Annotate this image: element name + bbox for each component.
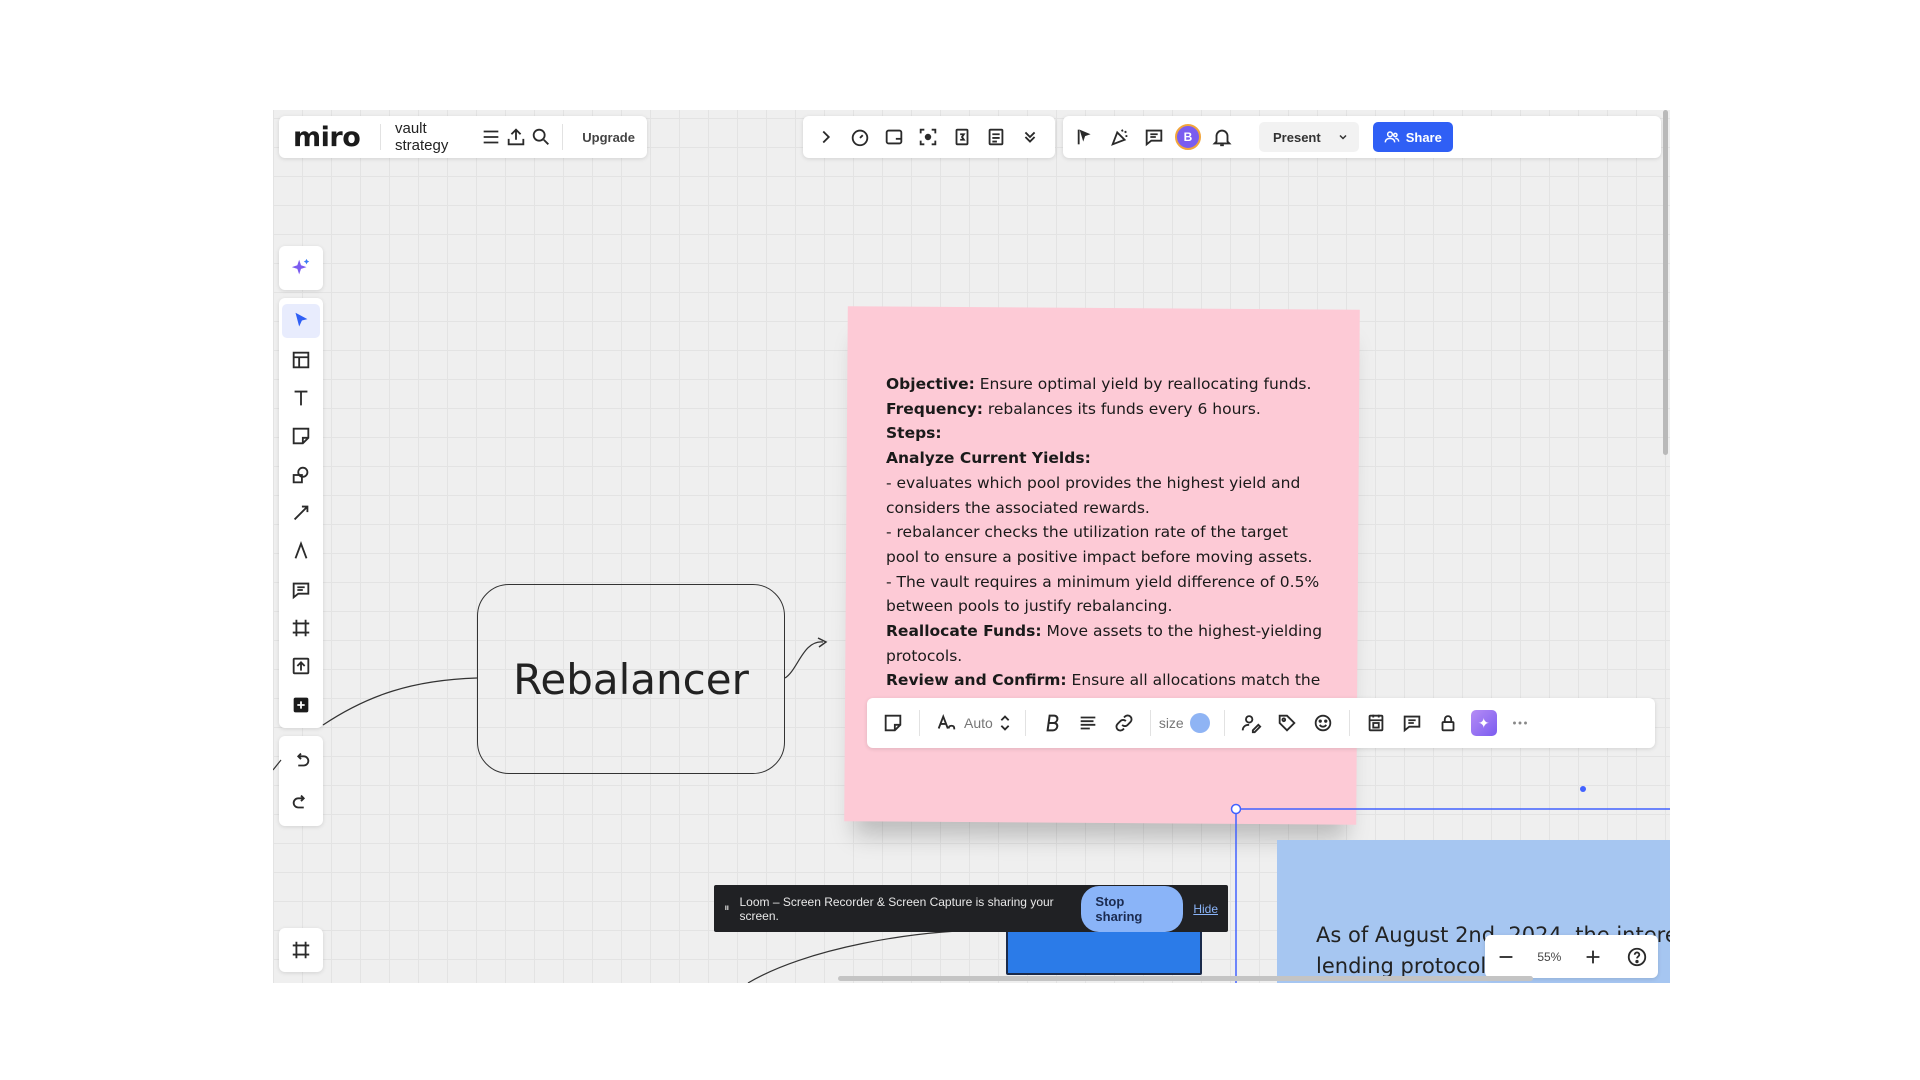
sticky-context-toolbar: Auto size ✦ <box>867 698 1655 748</box>
divider <box>1024 710 1026 736</box>
upload-icon[interactable] <box>282 649 320 683</box>
miro-logo[interactable]: miro <box>279 122 372 153</box>
note-line: - rebalancer checks the utilization rate… <box>886 523 1313 566</box>
redo-icon[interactable] <box>282 783 320 821</box>
divider <box>1149 710 1151 736</box>
emoji-icon[interactable] <box>1305 706 1341 740</box>
bell-icon[interactable] <box>1205 120 1239 154</box>
celebrate-icon[interactable] <box>1103 120 1137 154</box>
zoom-level[interactable]: 55% <box>1537 950 1561 964</box>
text-tool-icon[interactable] <box>282 381 320 415</box>
font-icon[interactable] <box>928 706 964 740</box>
link-icon[interactable] <box>1106 706 1142 740</box>
divider <box>561 124 563 150</box>
chevron-double-down-icon[interactable] <box>1013 120 1047 154</box>
timer-icon[interactable] <box>843 120 877 154</box>
frame-icon[interactable] <box>282 611 320 645</box>
comments-icon[interactable] <box>1137 120 1171 154</box>
note-line: Review and Confirm: Ensure all allocatio… <box>886 671 1321 690</box>
creation-toolbar <box>279 298 323 728</box>
connector-line-icon[interactable] <box>282 496 320 530</box>
note-line: Reallocate Funds: Move assets to the hig… <box>886 622 1323 665</box>
users-icon <box>1384 131 1400 143</box>
collaboration-tools-panel <box>803 116 1055 158</box>
divider <box>919 710 920 736</box>
font-size-stepper-icon[interactable] <box>993 706 1017 740</box>
font-size-value[interactable]: Auto <box>964 715 993 731</box>
divider <box>380 124 381 150</box>
sparkle-ai-icon[interactable] <box>282 249 320 287</box>
color-picker[interactable] <box>1189 713 1210 733</box>
stop-sharing-button[interactable]: Stop sharing <box>1081 885 1184 932</box>
frames-icon[interactable] <box>284 933 318 967</box>
sticky-note-type-icon[interactable] <box>875 706 911 740</box>
zoom-panel: 55% <box>1485 935 1658 978</box>
comment-add-icon[interactable] <box>1394 706 1430 740</box>
note-line: Analyze Current Yields: <box>886 449 1091 468</box>
bold-icon[interactable] <box>1034 706 1070 740</box>
hide-link[interactable]: Hide <box>1193 902 1218 916</box>
screen-share-banner: ⏸ Loom – Screen Recorder & Screen Captur… <box>714 885 1228 932</box>
search-icon[interactable] <box>529 120 554 154</box>
size-label[interactable]: size <box>1159 715 1184 731</box>
share-button[interactable]: Share <box>1372 122 1453 152</box>
sticky-note-text[interactable]: Objective: Ensure optimal yield by reall… <box>886 372 1326 693</box>
zoom-in-icon[interactable] <box>1580 940 1606 974</box>
align-icon[interactable] <box>1070 706 1106 740</box>
select-tool-icon[interactable] <box>282 304 320 339</box>
upgrade-button[interactable]: Upgrade <box>570 130 647 145</box>
assign-icon[interactable] <box>1233 706 1269 740</box>
user-avatar[interactable]: B <box>1171 120 1205 154</box>
voting-icon[interactable] <box>877 120 911 154</box>
present-button[interactable]: Present <box>1259 122 1359 152</box>
chevron-down-icon <box>1339 134 1347 140</box>
undo-redo-panel <box>279 736 323 826</box>
screen-share-message: Loom – Screen Recorder & Screen Capture … <box>739 894 1054 923</box>
zoom-out-icon[interactable] <box>1493 940 1519 974</box>
note-line: - The vault requires a minimum yield dif… <box>886 572 1320 616</box>
rebalancer-shape[interactable]: Rebalancer <box>477 584 785 774</box>
sticky-note-icon[interactable] <box>282 419 320 453</box>
ai-panel <box>279 246 323 290</box>
note-line: Steps: <box>886 424 942 443</box>
calendar-icon[interactable] <box>1358 706 1394 740</box>
note-line: Objective: Ensure optimal yield by reall… <box>886 375 1312 393</box>
top-right-panel: B Present Share <box>1063 116 1661 158</box>
note-line: - evaluates which pool provides the high… <box>886 473 1301 517</box>
pause-icon: ⏸ <box>724 902 730 914</box>
notes-icon[interactable] <box>979 120 1013 154</box>
templates-icon[interactable] <box>282 342 320 376</box>
frames-panel <box>279 928 323 972</box>
focus-icon[interactable] <box>911 120 945 154</box>
present-label: Present <box>1273 129 1321 145</box>
note-line: Frequency: rebalances its funds every 6 … <box>886 399 1261 418</box>
divider <box>1348 710 1350 736</box>
undo-icon[interactable] <box>282 741 320 779</box>
comment-icon[interactable] <box>282 573 320 607</box>
lock-icon[interactable] <box>1430 706 1466 740</box>
help-icon[interactable] <box>1624 940 1650 974</box>
cursor-flag-icon[interactable] <box>1069 120 1103 154</box>
miro-board[interactable]: miro vault strategy Upgrade B Present Sh… <box>273 110 1670 983</box>
shapes-icon[interactable] <box>282 457 320 491</box>
vertical-scrollbar[interactable] <box>1663 110 1668 455</box>
avatar: B <box>1175 124 1201 150</box>
countdown-icon[interactable] <box>945 120 979 154</box>
sparkle-icon: ✦ <box>1470 710 1497 736</box>
more-apps-icon[interactable] <box>282 688 320 722</box>
board-menu-panel: miro vault strategy Upgrade <box>279 116 647 158</box>
divider <box>1223 710 1225 736</box>
share-label: Share <box>1405 129 1442 145</box>
export-icon[interactable] <box>504 120 529 154</box>
menu-icon[interactable] <box>479 120 504 154</box>
chevron-right-icon[interactable] <box>809 120 843 154</box>
tag-icon[interactable] <box>1269 706 1305 740</box>
more-options-icon[interactable] <box>1502 706 1538 740</box>
ai-assist-button[interactable]: ✦ <box>1466 706 1502 740</box>
board-name[interactable]: vault strategy <box>389 120 479 154</box>
horizontal-scrollbar[interactable] <box>838 976 1533 981</box>
pen-icon[interactable] <box>282 534 320 568</box>
